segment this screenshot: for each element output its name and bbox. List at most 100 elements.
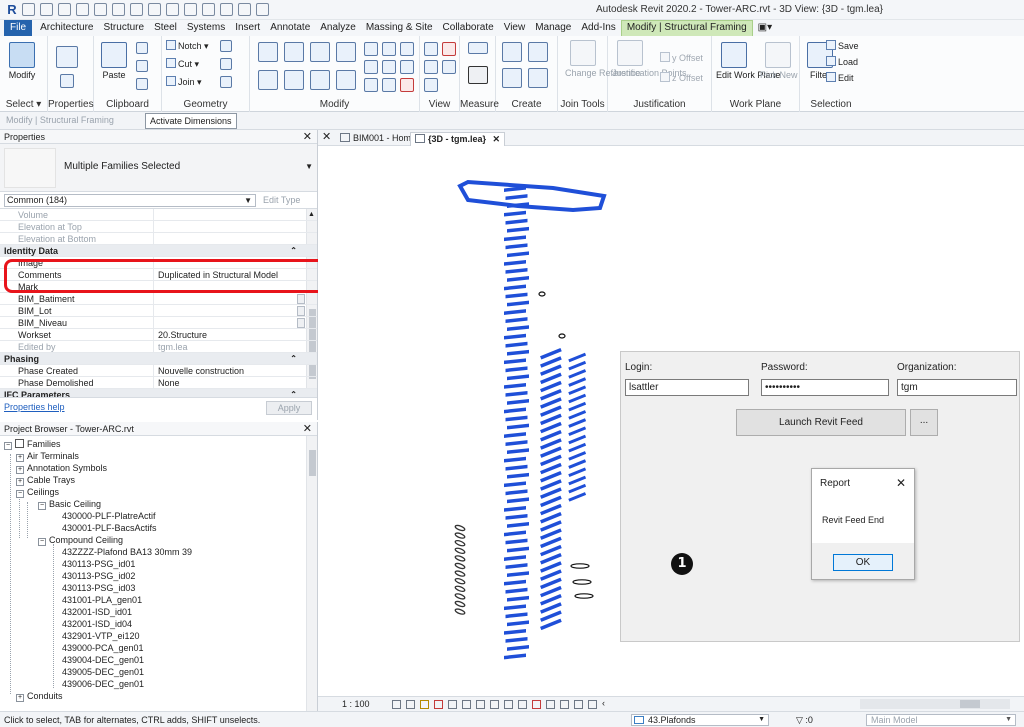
view-scale[interactable]: 1 : 100	[342, 699, 370, 709]
tab-view[interactable]: View	[499, 20, 531, 36]
model-element[interactable]	[454, 570, 466, 577]
tab-architecture[interactable]: Architecture	[35, 20, 98, 36]
type-selector[interactable]: Multiple Families Selected ▼	[0, 144, 317, 192]
beam[interactable]	[504, 628, 526, 635]
beam[interactable]	[505, 267, 528, 274]
beam[interactable]	[568, 451, 587, 461]
parameter-button[interactable]	[297, 294, 305, 304]
collapse-chevron-icon[interactable]: ⌃	[290, 389, 297, 397]
beam[interactable]	[505, 636, 528, 643]
model-element[interactable]	[538, 291, 546, 297]
beam[interactable]	[507, 620, 529, 627]
beam[interactable]	[505, 366, 528, 373]
tree-node[interactable]: + Air Terminals	[16, 450, 79, 462]
edit-work-plane-button[interactable]: Edit Work Plane	[716, 42, 780, 90]
beam[interactable]	[507, 595, 529, 602]
beam[interactable]	[505, 587, 528, 594]
save-icon[interactable]	[40, 3, 53, 16]
launch-revit-feed-button[interactable]: Launch Revit Feed	[736, 409, 906, 436]
beam[interactable]	[568, 377, 587, 387]
tab-insert[interactable]: Insert	[230, 20, 265, 36]
expand-icon[interactable]: +	[16, 454, 24, 462]
property-value[interactable]	[156, 233, 298, 245]
beam[interactable]	[504, 481, 526, 488]
tree-node[interactable]: − Families	[4, 438, 61, 450]
tab-massing-site[interactable]: Massing & Site	[361, 20, 438, 36]
linework-icon[interactable]	[424, 60, 438, 74]
property-row[interactable]: BIM_Batiment	[0, 293, 317, 305]
browser-scrollbar[interactable]	[306, 436, 317, 712]
beam[interactable]	[505, 538, 528, 545]
beam[interactable]	[568, 418, 587, 428]
beam[interactable]	[504, 456, 526, 463]
property-row[interactable]: BIM_Lot	[0, 305, 317, 317]
beam[interactable]	[504, 309, 526, 315]
load-selection-button[interactable]: Load	[826, 56, 858, 69]
beam[interactable]	[505, 218, 528, 225]
tree-node[interactable]: 439004-DEC_gen01	[62, 654, 144, 666]
mirror-pick-icon[interactable]	[310, 42, 330, 62]
tree-node[interactable]: 439000-PCA_gen01	[62, 642, 144, 654]
collapse-chevron-icon[interactable]: ⌃	[290, 353, 297, 365]
beam[interactable]	[507, 374, 529, 381]
beam[interactable]	[507, 349, 529, 356]
beam[interactable]	[505, 243, 528, 250]
beam[interactable]	[568, 426, 587, 437]
create-similar-icon[interactable]	[528, 68, 548, 88]
organization-input[interactable]: tgm	[897, 379, 1017, 396]
show-rendering-icon[interactable]	[448, 700, 457, 709]
scroll-thumb[interactable]	[309, 450, 316, 476]
parameter-button[interactable]	[297, 306, 305, 316]
beam[interactable]	[568, 459, 587, 469]
beam[interactable]	[504, 579, 526, 586]
model-element[interactable]	[570, 563, 590, 569]
tree-node[interactable]: 43ZZZZ-Plafond BA13 30mm 39	[62, 546, 192, 558]
property-row[interactable]: Elevation at Top	[0, 221, 317, 233]
expand-icon[interactable]: +	[16, 466, 24, 474]
cut-icon[interactable]	[136, 42, 148, 54]
tree-node[interactable]: + Annotation Symbols	[16, 462, 107, 474]
tree-node[interactable]: 439006-DEC_gen01	[62, 678, 144, 690]
group-label-select[interactable]: Select ▾	[0, 99, 47, 110]
measure-distance-icon[interactable]	[468, 42, 488, 54]
visual-style-icon[interactable]	[406, 700, 415, 709]
apply-button[interactable]: Apply	[266, 401, 312, 415]
property-value[interactable]: Nouvelle construction	[156, 365, 298, 377]
reveal-constraints-icon[interactable]	[574, 700, 583, 709]
pin-icon[interactable]	[400, 60, 414, 74]
offset-icon[interactable]	[284, 42, 304, 62]
3d-view-icon[interactable]	[184, 3, 197, 16]
model-element[interactable]	[454, 593, 466, 600]
model-element[interactable]	[454, 585, 466, 592]
beam[interactable]	[507, 325, 529, 332]
tree-node[interactable]: 432001-ISD_id01	[62, 606, 132, 618]
beam[interactable]	[505, 563, 528, 569]
model-element[interactable]	[454, 524, 466, 532]
trim-single-icon[interactable]	[382, 78, 396, 92]
save-selection-button[interactable]: Save	[826, 40, 859, 53]
property-section[interactable]: IFC Parameters ⌃	[0, 389, 317, 397]
close-hidden-icon[interactable]	[238, 3, 251, 16]
modify-button[interactable]: Modify	[4, 42, 40, 90]
model-element[interactable]	[454, 608, 466, 615]
model-element[interactable]	[454, 562, 466, 570]
change-reference-button[interactable]: Change Reference	[565, 40, 641, 88]
beam[interactable]	[504, 333, 526, 340]
property-value[interactable]: tgm.lea	[156, 341, 298, 353]
switch-windows-icon[interactable]	[256, 3, 269, 16]
beam[interactable]	[504, 432, 526, 438]
paste-button[interactable]: Paste	[96, 42, 132, 90]
close-views-icon[interactable]: ✕	[322, 131, 331, 145]
tree-node[interactable]: 432901-VTP_ei120	[62, 630, 140, 642]
beam[interactable]	[504, 259, 526, 266]
z-offset-button[interactable]: z Offset	[660, 72, 703, 85]
create-parts-icon[interactable]	[502, 68, 522, 88]
section-icon[interactable]	[202, 3, 215, 16]
collapse-icon[interactable]: −	[38, 538, 46, 546]
hide-icon[interactable]	[424, 42, 438, 56]
beam[interactable]	[504, 604, 526, 611]
beam[interactable]	[568, 467, 587, 478]
split-gap-icon[interactable]	[382, 42, 396, 56]
beam[interactable]	[505, 390, 528, 397]
model-element[interactable]	[574, 593, 594, 599]
